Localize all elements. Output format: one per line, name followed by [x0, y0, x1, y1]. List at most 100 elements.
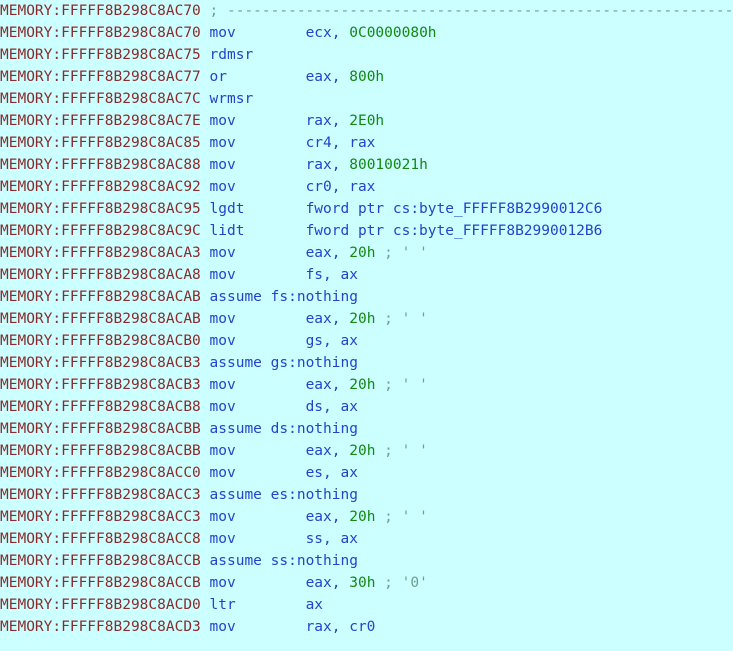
instruction-mnemonic: mov: [209, 267, 236, 283]
instruction-operand: eax,: [305, 509, 350, 525]
disasm-line[interactable]: MEMORY:FFFFF8B298C8ACA8 mov fs, ax: [0, 264, 733, 286]
line-address: MEMORY:FFFFF8B298C8AC7C: [0, 91, 201, 107]
line-address: MEMORY:FFFFF8B298C8ACB0: [0, 333, 201, 349]
line-address: MEMORY:FFFFF8B298C8AC85: [0, 135, 201, 151]
instruction-operand: fs, ax: [305, 267, 358, 283]
mnemonic-operand-gap: [236, 113, 306, 129]
inline-comment: ; ' ': [384, 509, 428, 525]
disasm-line[interactable]: MEMORY:FFFFF8B298C8ACB8 mov ds, ax: [0, 396, 733, 418]
line-address: MEMORY:FFFFF8B298C8ACC8: [0, 531, 201, 547]
disasm-line[interactable]: MEMORY:FFFFF8B298C8AC92 mov cr0, rax: [0, 176, 733, 198]
instruction-operand: fword ptr cs:byte_FFFFF8B2990012C6: [305, 201, 603, 217]
disasm-line[interactable]: MEMORY:FFFFF8B298C8AC70 ; --------------…: [0, 0, 733, 22]
disasm-line[interactable]: MEMORY:FFFFF8B298C8ACB3 assume gs:nothin…: [0, 352, 733, 374]
mnemonic-operand-gap: [236, 25, 306, 41]
disasm-line[interactable]: MEMORY:FFFFF8B298C8ACD3 mov rax, cr0: [0, 616, 733, 638]
disasm-line[interactable]: MEMORY:FFFFF8B298C8AC88 mov rax, 8001002…: [0, 154, 733, 176]
disasm-line[interactable]: MEMORY:FFFFF8B298C8ACAB mov eax, 20h ; '…: [0, 308, 733, 330]
disasm-line[interactable]: MEMORY:FFFFF8B298C8AC7C wrmsr: [0, 88, 733, 110]
mnemonic-operand-gap: [244, 223, 305, 239]
instruction-operand: eax,: [305, 311, 350, 327]
line-address: MEMORY:FFFFF8B298C8ACC3: [0, 509, 201, 525]
line-address: MEMORY:FFFFF8B298C8ACD3: [0, 619, 201, 635]
assume-directive-text: ds:nothing: [270, 421, 358, 437]
instruction-operand: rax, cr0: [305, 619, 376, 635]
mnemonic-operand-gap: [244, 201, 305, 217]
disasm-line[interactable]: MEMORY:FFFFF8B298C8AC85 mov cr4, rax: [0, 132, 733, 154]
instruction-operand: rax,: [305, 113, 350, 129]
instruction-operand: gs, ax: [305, 333, 358, 349]
instruction-mnemonic: wrmsr: [209, 91, 254, 107]
mnemonic-operand-gap: [253, 47, 305, 63]
line-address: MEMORY:FFFFF8B298C8AC75: [0, 47, 201, 63]
instruction-mnemonic: rdmsr: [209, 47, 254, 63]
disassembly-view[interactable]: MEMORY:FFFFF8B298C8AC70 ; --------------…: [0, 0, 733, 651]
disasm-line[interactable]: MEMORY:FFFFF8B298C8ACC3 mov eax, 20h ; '…: [0, 506, 733, 528]
disasm-line[interactable]: MEMORY:FFFFF8B298C8ACA3 mov eax, 20h ; '…: [0, 242, 733, 264]
instruction-operand: ds, ax: [305, 399, 358, 415]
mnemonic-operand-gap: [236, 377, 306, 393]
line-address: MEMORY:FFFFF8B298C8ACAB: [0, 289, 201, 305]
mnemonic-operand-gap: [236, 311, 306, 327]
disasm-line[interactable]: MEMORY:FFFFF8B298C8AC77 or eax, 800h: [0, 66, 733, 88]
operand-immediate-value: 0C0000080h: [349, 25, 437, 41]
disasm-line[interactable]: MEMORY:FFFFF8B298C8ACB3 mov eax, 20h ; '…: [0, 374, 733, 396]
mnemonic-operand-gap: [236, 443, 306, 459]
instruction-mnemonic: mov: [209, 619, 236, 635]
operand-immediate-value: 20h: [349, 377, 376, 393]
instruction-mnemonic: mov: [209, 377, 236, 393]
mnemonic-operand-gap: [236, 465, 306, 481]
disasm-line[interactable]: MEMORY:FFFFF8B298C8ACC0 mov es, ax: [0, 462, 733, 484]
instruction-mnemonic: mov: [209, 531, 236, 547]
instruction-operand: ax: [305, 597, 324, 613]
instruction-mnemonic: mov: [209, 25, 236, 41]
disasm-line[interactable]: MEMORY:FFFFF8B298C8ACBB mov eax, 20h ; '…: [0, 440, 733, 462]
mnemonic-operand-gap: [236, 157, 306, 173]
operand-immediate-value: 20h: [349, 509, 376, 525]
disasm-line[interactable]: MEMORY:FFFFF8B298C8ACC8 mov ss, ax: [0, 528, 733, 550]
disasm-line[interactable]: MEMORY:FFFFF8B298C8AC95 lgdt fword ptr c…: [0, 198, 733, 220]
operand-immediate-value: 30h: [349, 575, 376, 591]
disasm-line[interactable]: MEMORY:FFFFF8B298C8ACAB assume fs:nothin…: [0, 286, 733, 308]
mnemonic-operand-gap: [236, 267, 306, 283]
mnemonic-operand-gap: [236, 399, 306, 415]
disasm-line[interactable]: MEMORY:FFFFF8B298C8AC7E mov rax, 2E0h: [0, 110, 733, 132]
instruction-mnemonic: lidt: [209, 223, 245, 239]
assume-keyword: assume: [209, 289, 262, 305]
operand-immediate-value: 80010021h: [349, 157, 428, 173]
inline-comment: ; ' ': [384, 377, 428, 393]
disasm-line[interactable]: MEMORY:FFFFF8B298C8AC75 rdmsr: [0, 44, 733, 66]
operand-immediate-value: 20h: [349, 311, 376, 327]
instruction-mnemonic: mov: [209, 113, 236, 129]
instruction-mnemonic: mov: [209, 157, 236, 173]
assume-keyword: assume: [209, 421, 262, 437]
disasm-line[interactable]: MEMORY:FFFFF8B298C8ACD0 ltr ax: [0, 594, 733, 616]
disasm-line[interactable]: MEMORY:FFFFF8B298C8AC9C lidt fword ptr c…: [0, 220, 733, 242]
instruction-mnemonic: or: [209, 69, 227, 85]
instruction-mnemonic: lgdt: [209, 201, 245, 217]
instruction-mnemonic: mov: [209, 465, 236, 481]
instruction-operand: cr4, rax: [305, 135, 376, 151]
mnemonic-operand-gap: [236, 135, 306, 151]
mnemonic-operand-gap: [236, 245, 306, 261]
inline-comment: ; '0': [384, 575, 428, 591]
assume-keyword: assume: [209, 355, 262, 371]
disasm-line[interactable]: MEMORY:FFFFF8B298C8ACBB assume ds:nothin…: [0, 418, 733, 440]
instruction-mnemonic: mov: [209, 245, 236, 261]
instruction-mnemonic: ltr: [209, 597, 236, 613]
instruction-operand: rax,: [305, 157, 350, 173]
operand-immediate-value: 20h: [349, 443, 376, 459]
instruction-mnemonic: mov: [209, 443, 236, 459]
instruction-operand: fword ptr cs:byte_FFFFF8B2990012B6: [305, 223, 603, 239]
line-address: MEMORY:FFFFF8B298C8AC70: [0, 3, 201, 19]
disasm-line[interactable]: MEMORY:FFFFF8B298C8ACCB assume ss:nothin…: [0, 550, 733, 572]
disasm-line[interactable]: MEMORY:FFFFF8B298C8AC70 mov ecx, 0C00000…: [0, 22, 733, 44]
line-address: MEMORY:FFFFF8B298C8ACA3: [0, 245, 201, 261]
line-address: MEMORY:FFFFF8B298C8ACBB: [0, 421, 201, 437]
instruction-mnemonic: mov: [209, 575, 236, 591]
disasm-line[interactable]: MEMORY:FFFFF8B298C8ACCB mov eax, 30h ; '…: [0, 572, 733, 594]
disasm-line[interactable]: MEMORY:FFFFF8B298C8ACC3 assume es:nothin…: [0, 484, 733, 506]
disasm-line[interactable]: MEMORY:FFFFF8B298C8ACB0 mov gs, ax: [0, 330, 733, 352]
instruction-operand: ss, ax: [305, 531, 358, 547]
line-address: MEMORY:FFFFF8B298C8ACB8: [0, 399, 201, 415]
